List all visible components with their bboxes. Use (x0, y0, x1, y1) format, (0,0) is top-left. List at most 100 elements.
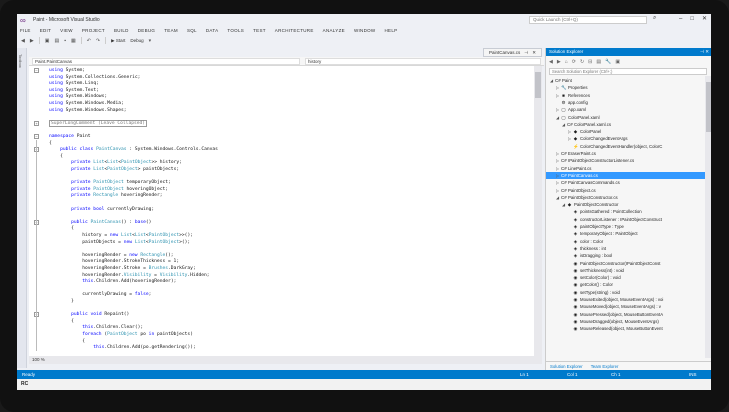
code-line[interactable]: using System.Windows.Shapes; (49, 108, 127, 113)
tree-item[interactable]: ◈ thickness : int (546, 245, 705, 252)
code-line[interactable]: hoveringRender = new Rectangle(); (49, 253, 173, 258)
menu-architecture[interactable]: ARCHITECTURE (275, 28, 314, 33)
preview-icon[interactable]: ▣ (615, 59, 620, 65)
editor-vertical-scrollbar[interactable] (534, 66, 542, 356)
menu-help[interactable]: HELP (384, 28, 397, 33)
tree-item[interactable]: ⚙ app.config (546, 99, 705, 106)
properties-icon[interactable]: 🔧 (605, 59, 611, 65)
code-line[interactable]: { (49, 141, 52, 146)
code-line[interactable]: this.Children.Add(hoveringRender); (49, 279, 176, 284)
show-all-files-icon[interactable]: ▤ (596, 59, 601, 65)
quick-launch-input[interactable]: Quick Launch (Ctrl+Q) (529, 16, 647, 24)
code-line[interactable]: currentlyDrawing = false; (49, 292, 151, 297)
member-dropdown[interactable]: history (305, 58, 541, 65)
configuration-select[interactable]: Debug (130, 38, 143, 43)
code-line[interactable]: hoveringRender.Visibility = Visibility.H… (49, 273, 209, 278)
tree-item[interactable]: ◉ MouseDragged(object, MouseEventArgs) (546, 318, 705, 325)
zoom-level[interactable]: 100 % (32, 357, 45, 362)
tree-item[interactable]: ◈ constructorListener : IPaintObjectConst… (546, 216, 705, 223)
tree-item[interactable]: ▷ C#LinePaint.cs (546, 165, 705, 172)
code-line[interactable]: private PaintObject hoveringObject; (49, 187, 168, 192)
tree-item[interactable]: ▷ ◆ ColorChangedEventArgs (546, 135, 705, 142)
tree-item[interactable]: ◉ MousePressed(object, MouseButtonEventA (546, 311, 705, 318)
code-line[interactable]: public class PaintCanvas : System.Window… (49, 147, 218, 152)
menu-view[interactable]: VIEW (60, 28, 73, 33)
code-line[interactable]: using System.Windows; (49, 94, 107, 99)
menu-window[interactable]: WINDOW (354, 28, 376, 33)
tab-team-explorer[interactable]: Team Explorer (591, 362, 619, 370)
code-line[interactable]: private List<List<PaintObject>> history; (49, 160, 182, 165)
tree-item[interactable]: ◉ setThickness(int) : void (546, 267, 705, 274)
tree-item[interactable]: ◢ C#ColorPanel.xaml.cs (546, 121, 705, 128)
collapsed-region[interactable]: SuperLongComment (Leave Collapsed) (49, 119, 148, 127)
tree-item[interactable]: ◢ C#Paint (546, 77, 705, 84)
tree-item[interactable]: ◉ setColor(Color) : void (546, 274, 705, 281)
close-icon[interactable]: ✕ (705, 49, 709, 54)
menu-build[interactable]: BUILD (114, 28, 129, 33)
save-all-icon[interactable]: ▦ (71, 38, 76, 44)
pin-icon[interactable]: ⊣ (700, 49, 704, 54)
code-line[interactable]: using System; (49, 68, 85, 73)
pin-icon[interactable]: ⊣ (524, 49, 528, 56)
scrollbar-thumb[interactable] (706, 82, 711, 132)
code-line[interactable]: { (49, 339, 85, 344)
tree-item[interactable]: ◉ PaintObjectConstructor(IPaintObjectCons… (546, 260, 705, 267)
outline-toggle[interactable]: − (34, 134, 39, 139)
tree-item[interactable]: ⚡ColorChangedEventHandler(object, ColorC (546, 143, 705, 150)
menu-test[interactable]: TEST (253, 28, 266, 33)
solution-explorer-scrollbar[interactable] (705, 76, 711, 358)
tree-item[interactable]: ◈ isDragging : bool (546, 252, 705, 259)
menu-team[interactable]: TEAM (164, 28, 178, 33)
tree-item[interactable]: ◉ MouseExited(object, MouseEventArgs) : v… (546, 296, 705, 303)
code-line[interactable]: private List<PaintObject> paintObjects; (49, 167, 179, 172)
code-line[interactable]: paintObjects = new List<PaintObject>(); (49, 240, 190, 245)
maximize-icon[interactable]: □ (690, 14, 694, 25)
editor-horizontal-scrollbar[interactable]: 100 % (29, 356, 542, 364)
start-button[interactable]: ▶ Start (111, 38, 125, 44)
search-icon[interactable]: ⌕ (653, 15, 656, 22)
toolbox-rail[interactable]: Toolbox (17, 48, 27, 368)
code-line[interactable]: { (49, 319, 74, 324)
code-line[interactable]: SuperLongComment (Leave Collapsed) (49, 119, 148, 127)
menu-data[interactable]: DATA (206, 28, 219, 33)
close-icon[interactable]: ✕ (702, 14, 707, 25)
code-line[interactable]: private bool currentlyDrawing; (49, 207, 154, 212)
code-line[interactable]: this.Children.Clear(); (49, 325, 143, 330)
save-icon[interactable]: ▪ (64, 38, 66, 44)
code-line[interactable]: this.Children.Add(po.getRendering()); (49, 345, 195, 350)
type-dropdown[interactable]: Paint.PaintCanvas (32, 58, 300, 65)
tab-paintcanvas[interactable]: PaintCanvas.cs ⊣ ✕ (483, 48, 542, 57)
code-line[interactable]: hoveringRender.Stroke = Brushes.DarkGray… (49, 266, 196, 271)
sync-icon[interactable]: ⟳ (572, 59, 576, 65)
code-line[interactable]: using System.Collections.Generic; (49, 75, 140, 80)
code-line[interactable]: using System.Text; (49, 88, 99, 93)
refresh-icon[interactable]: ↻ (580, 59, 584, 65)
code-line[interactable]: using System.Windows.Media; (49, 101, 124, 106)
menu-file[interactable]: FILE (20, 28, 31, 33)
code-line[interactable]: foreach (PaintObject po in paintObjects) (49, 332, 193, 337)
tree-item[interactable]: ▷ C#PaintObject.cs (546, 187, 705, 194)
solution-explorer-search[interactable]: Search Solution Explorer (Ctrl+;) (549, 68, 707, 75)
tree-item[interactable]: ▷ ■ References (546, 92, 705, 99)
back-icon[interactable]: ◀ (21, 38, 25, 44)
minimize-icon[interactable]: – (679, 14, 682, 25)
tree-item[interactable]: ▷ C#IPaintObjectConstructorListener.cs (546, 157, 705, 164)
tree-item[interactable]: ◉ setType(string) : void (546, 289, 705, 296)
menu-debug[interactable]: DEBUG (138, 28, 156, 33)
menu-sql[interactable]: SQL (187, 28, 197, 33)
tree-item[interactable]: ◈ pointsGathered : PointCollection (546, 208, 705, 215)
code-line[interactable]: namespace Paint (49, 134, 91, 139)
tree-item[interactable]: ◉ getColor() : Color (546, 281, 705, 288)
forward-icon[interactable]: ▶ (30, 38, 34, 44)
collapse-all-icon[interactable]: ⊟ (588, 59, 592, 65)
tab-solution-explorer[interactable]: Solution Explorer (550, 362, 583, 370)
open-icon[interactable]: ▤ (54, 38, 59, 44)
menu-tools[interactable]: TOOLS (227, 28, 244, 33)
tree-item[interactable]: ▷ C#PaintCanvas.cs (546, 171, 705, 179)
tree-item[interactable]: ▷ ▢ App.xaml (546, 106, 705, 113)
tree-item[interactable]: ◉ MouseMoved(object, MouseEventArgs) : v (546, 303, 705, 310)
tree-item[interactable]: ◈ paintObjectType : Type (546, 223, 705, 230)
tree-item[interactable]: ◢ C#PaintObjectConstructor.cs (546, 194, 705, 201)
menu-analyze[interactable]: ANALYZE (323, 28, 345, 33)
tree-item[interactable]: ◉ MouseReleased(object, MouseButtonEvent (546, 325, 705, 332)
